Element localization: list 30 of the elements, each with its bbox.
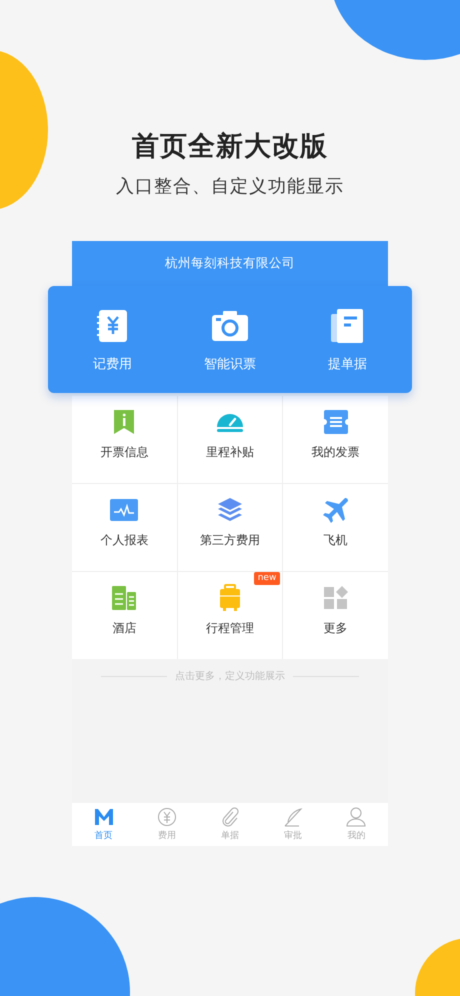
layers-icon — [216, 497, 243, 523]
buildings-icon — [111, 585, 138, 611]
logo-icon — [94, 808, 114, 826]
tab-item[interactable]: 首页 — [88, 803, 120, 846]
subtitle: 入口整合、自定义功能显示 — [116, 175, 344, 198]
document-icon — [330, 308, 364, 344]
headline: 首页全新大改版 — [132, 130, 328, 164]
new-badge: new — [254, 572, 280, 585]
camera-icon — [210, 310, 249, 342]
feature-label[interactable]: 开票信息 — [100, 444, 148, 461]
person-icon — [346, 807, 366, 827]
airplane-icon — [322, 497, 349, 523]
company-name: 杭州每刻科技有限公司 — [165, 255, 295, 272]
paperclip-icon — [220, 807, 240, 827]
hint-text: 点击更多，定义功能展示 — [175, 670, 285, 683]
feature-label[interactable]: 我的发票 — [312, 444, 360, 461]
feature-label[interactable]: 里程补贴 — [206, 444, 254, 461]
feature-label[interactable]: 飞机 — [324, 532, 348, 549]
bookmark-icon — [113, 409, 136, 435]
grid-icon — [324, 586, 348, 610]
yen-coin-icon — [156, 807, 177, 827]
chart-icon — [110, 499, 138, 521]
feature-label[interactable]: 个人报表 — [100, 532, 148, 549]
feature-label[interactable]: 第三方费用 — [200, 532, 260, 549]
suitcase-icon — [218, 584, 241, 612]
feather-icon — [283, 807, 304, 827]
ticket-icon — [322, 409, 349, 435]
feature-label[interactable]: 行程管理 — [206, 620, 254, 637]
feature-label[interactable]: 更多 — [324, 620, 348, 637]
feature-label[interactable]: 酒店 — [112, 620, 136, 637]
